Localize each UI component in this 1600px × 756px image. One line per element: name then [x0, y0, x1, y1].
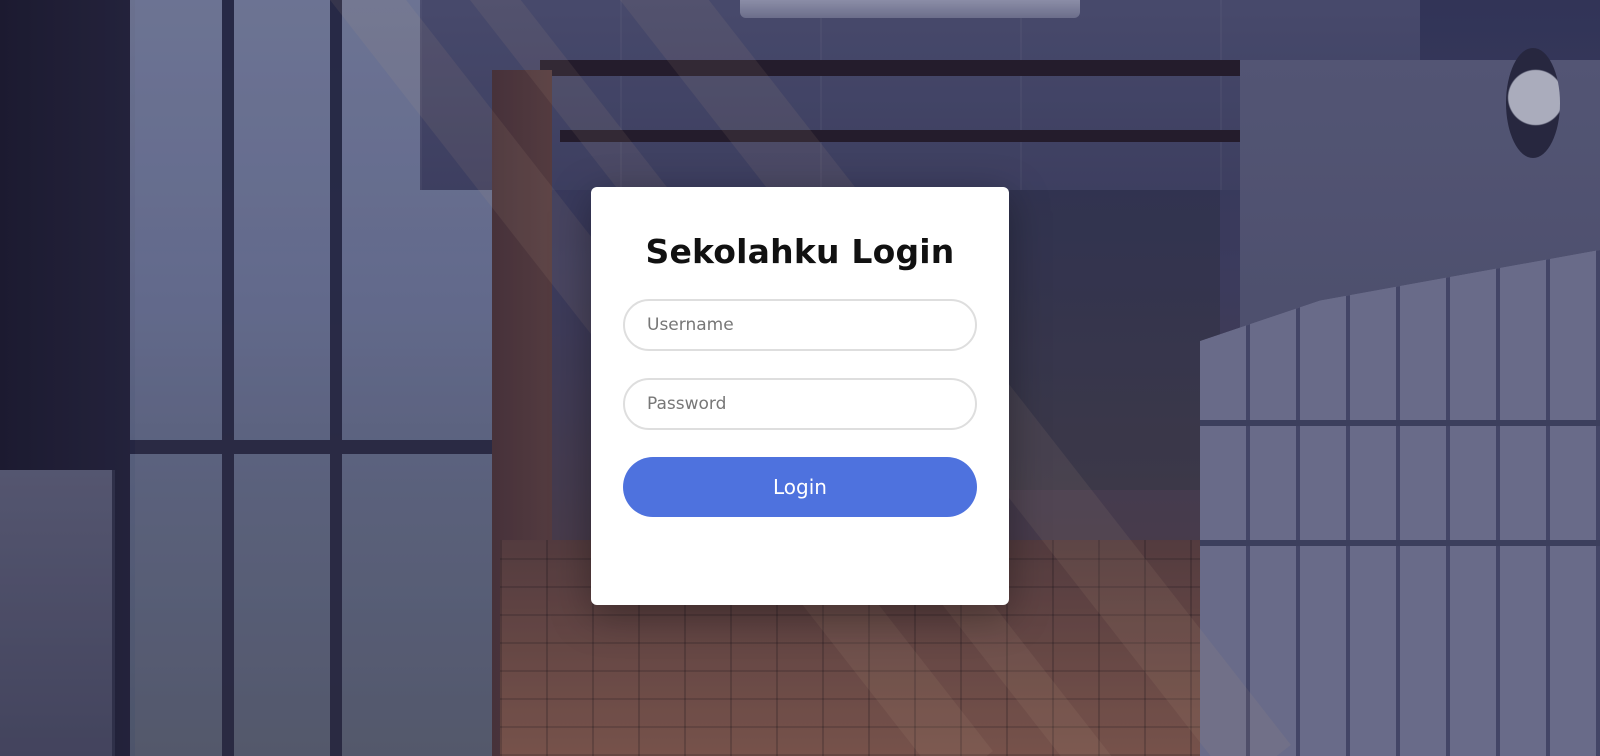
- login-title: Sekolahku Login: [645, 232, 955, 271]
- password-input[interactable]: [623, 378, 977, 430]
- login-button[interactable]: Login: [623, 457, 977, 517]
- username-input[interactable]: [623, 299, 977, 351]
- login-form: Sekolahku Login Login: [591, 187, 1009, 605]
